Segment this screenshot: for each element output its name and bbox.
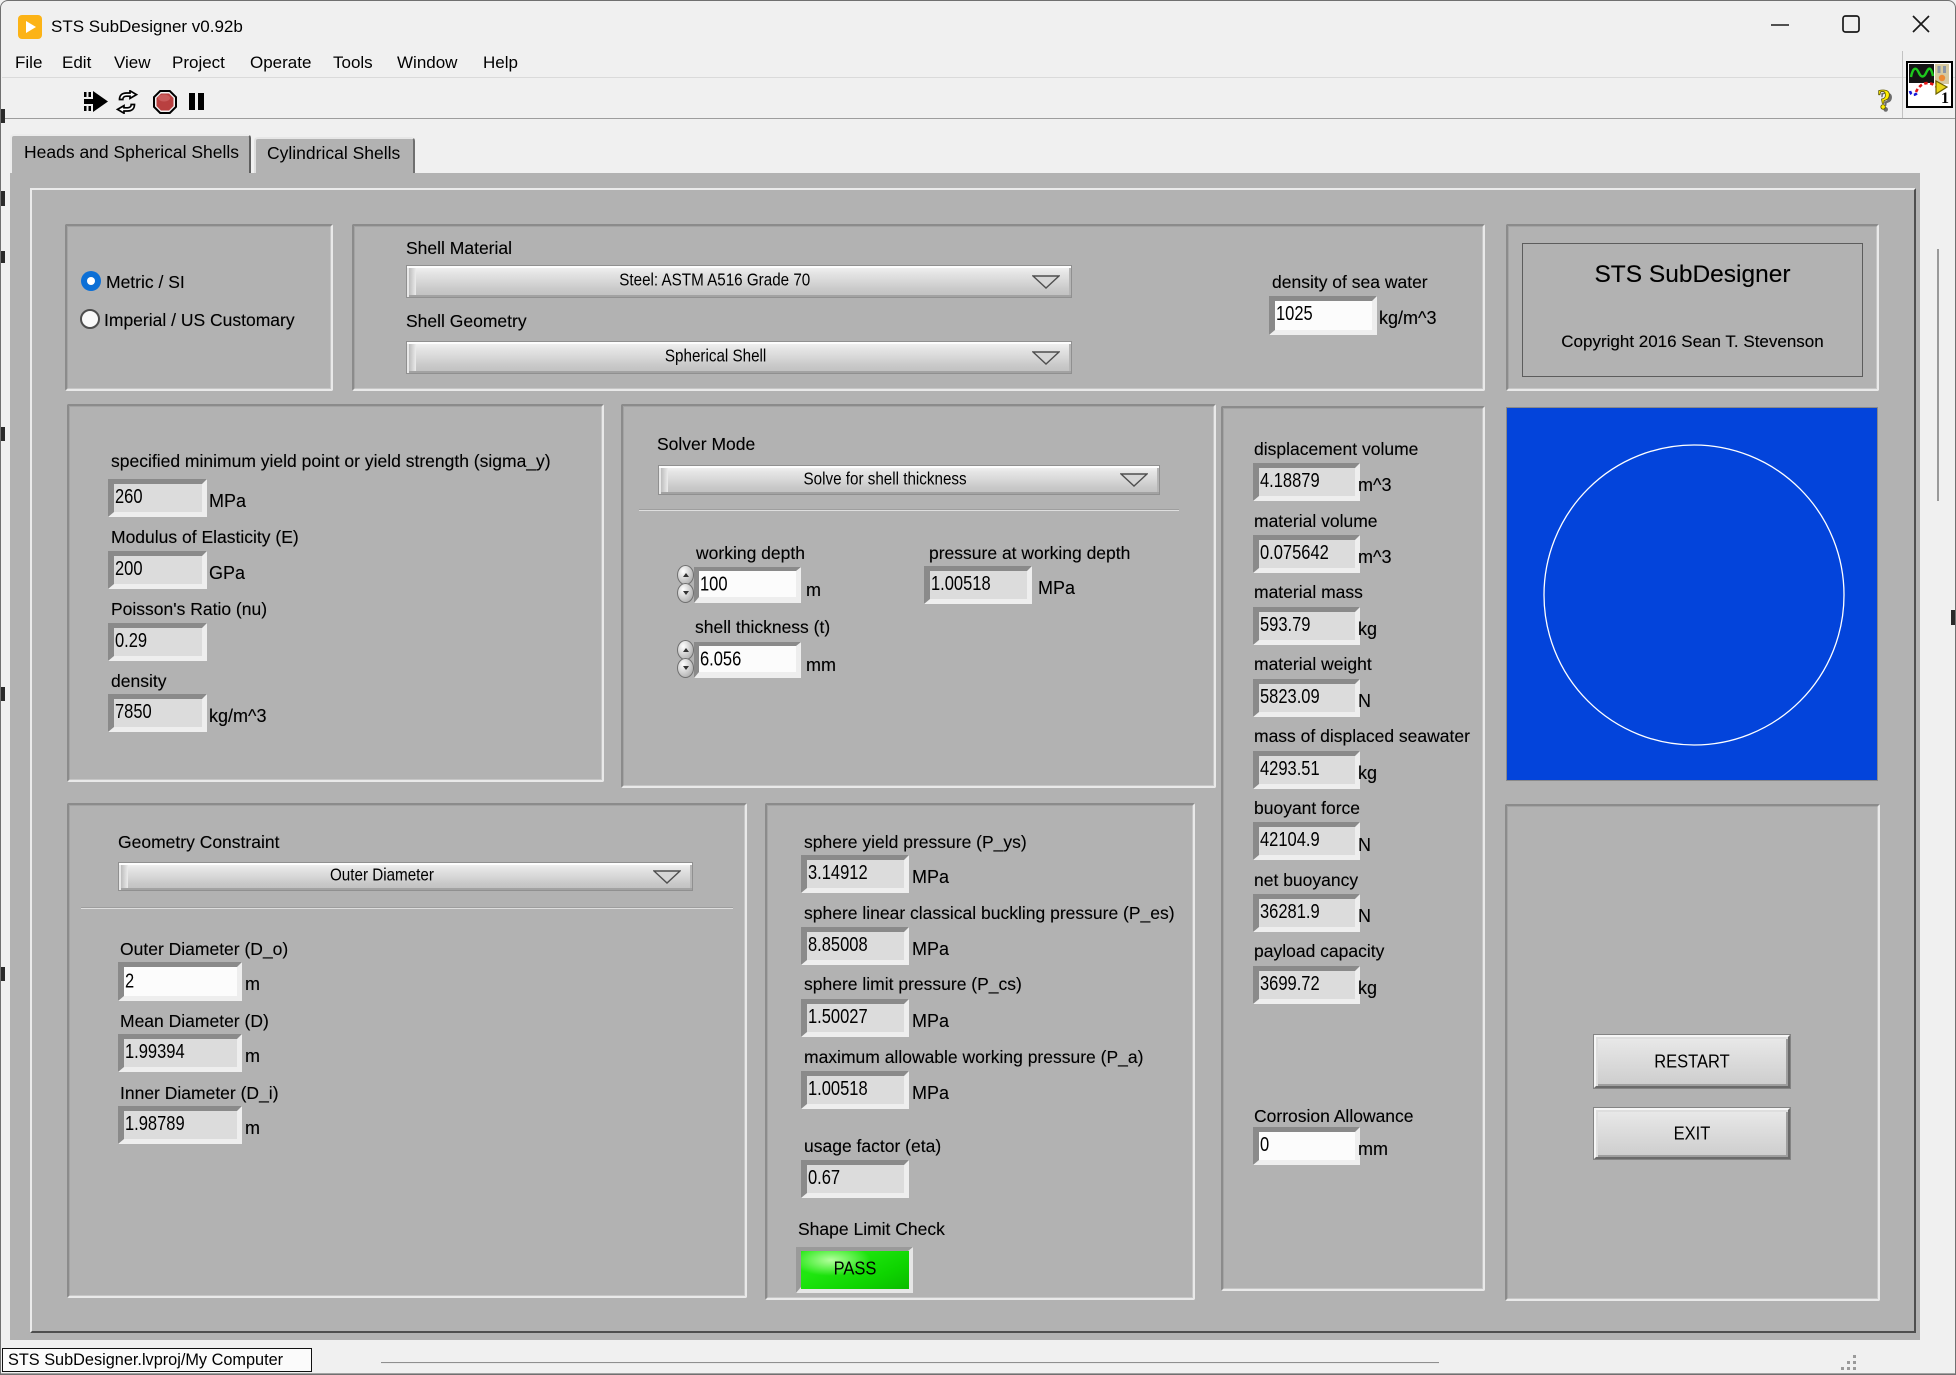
svg-text:1: 1: [1941, 90, 1949, 106]
svg-text:?: ?: [1877, 85, 1891, 116]
